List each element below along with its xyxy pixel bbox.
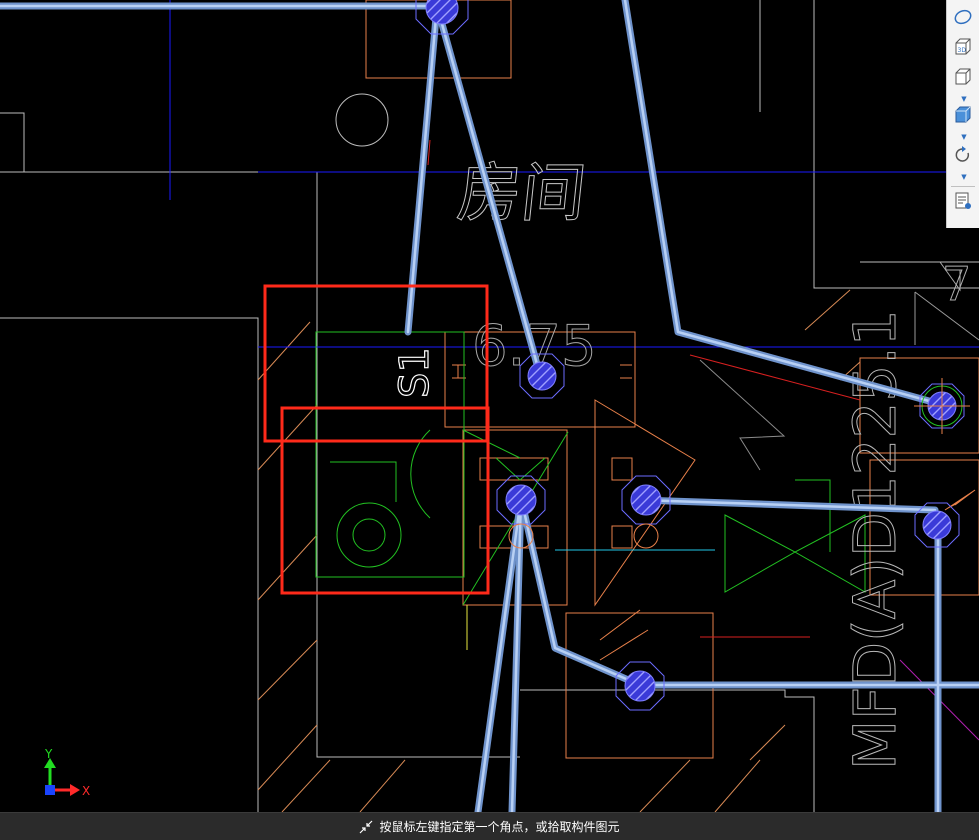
rotate-dropdown[interactable]: ▼ (959, 173, 969, 181)
wireframe-dropdown[interactable]: ▼ (959, 95, 969, 103)
pipe-node (621, 475, 671, 549)
command-status-bar: 按鼠标左键指定第一个角点，或拾取构件图元 (0, 812, 979, 840)
shaded-view-button[interactable] (951, 106, 975, 128)
orbit-icon (953, 7, 973, 31)
axis-y-label: Y (44, 747, 53, 761)
rotate-button[interactable] (951, 146, 975, 168)
rotate-icon (953, 145, 973, 169)
pipes (0, 0, 979, 812)
3d-view-button[interactable]: 3D (951, 38, 975, 60)
toolbar-separator (951, 186, 975, 187)
cad-drawing-canvas[interactable]: 房间 6.75 S1 MFD(A)D1225.1 7 Y X (0, 0, 979, 812)
wireframe-view-button[interactable] (951, 68, 975, 90)
selection-box-upper[interactable] (263, 284, 489, 443)
rotated-code-label: S1 (392, 347, 438, 398)
3d-view-icon: 3D (953, 37, 973, 61)
axis-x-label: X (82, 784, 90, 798)
wall-outlines (0, 0, 979, 812)
shaded-dropdown[interactable]: ▼ (959, 133, 969, 141)
command-prompt-text: 按鼠标左键指定第一个角点，或拾取构件图元 (379, 820, 620, 834)
view-toolbar: 3D ▼ ▼ ▼ (946, 0, 979, 228)
select-cursor-icon (359, 820, 373, 834)
room-label: 房间 (454, 156, 590, 231)
orbit-button[interactable] (951, 8, 975, 30)
ucs-axis-indicator: Y X (44, 747, 90, 798)
view-settings-icon (953, 191, 973, 215)
shaded-cube-icon (953, 105, 973, 129)
corner-number: 7 (942, 257, 971, 311)
drawing-text: 房间 6.75 S1 MFD(A)D1225.1 7 (391, 156, 971, 771)
wireframe-cube-icon (953, 67, 973, 91)
view-settings-button[interactable] (951, 192, 975, 214)
pipe-node (914, 378, 970, 434)
svg-text:3D: 3D (958, 47, 967, 54)
selection-box-lower[interactable] (280, 406, 490, 595)
